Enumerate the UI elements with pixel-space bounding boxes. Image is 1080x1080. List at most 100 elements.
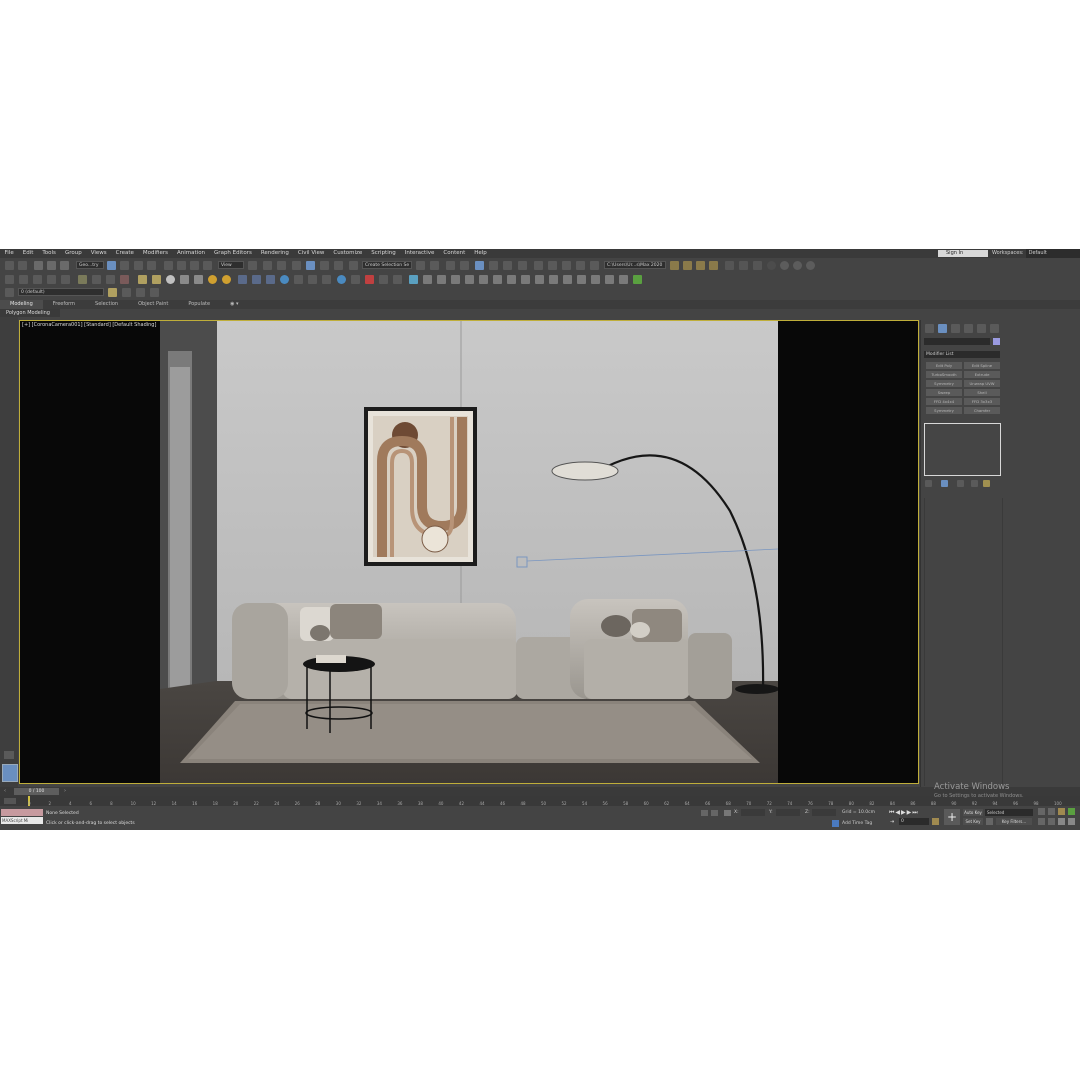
- pin-stack-icon[interactable]: [925, 480, 932, 487]
- time-next-icon[interactable]: ›: [64, 788, 66, 794]
- zoom-icon[interactable]: [1038, 808, 1045, 815]
- menu-graph-editors[interactable]: Graph Editors: [210, 249, 257, 258]
- toolbar-extra-icon-4[interactable]: [767, 261, 776, 270]
- shelf-icon-23[interactable]: [322, 275, 331, 284]
- keyboard-shortcut-override-icon[interactable]: [277, 261, 286, 270]
- set-key-button[interactable]: Set Key: [963, 818, 983, 825]
- sign-in-dropdown[interactable]: Sign In: [938, 250, 988, 257]
- bind-space-warp-icon[interactable]: [60, 261, 69, 270]
- configure-modifier-sets-icon[interactable]: [983, 480, 990, 487]
- zoom-extents-all-icon[interactable]: [1068, 808, 1075, 815]
- create-tab-icon[interactable]: [925, 324, 934, 333]
- mirror-icon[interactable]: [416, 261, 425, 270]
- rotate-icon[interactable]: [177, 261, 186, 270]
- menu-content[interactable]: Content: [439, 249, 470, 258]
- percent-snap-icon[interactable]: [320, 261, 329, 270]
- modifier-button-sweep[interactable]: Sweep: [926, 389, 962, 396]
- shelf-icon-29[interactable]: [409, 275, 418, 284]
- edit-named-selection-icon[interactable]: [349, 261, 358, 270]
- layer-icon-2[interactable]: [122, 288, 131, 297]
- pan-view-icon[interactable]: [1048, 818, 1055, 825]
- hierarchy-tab-icon[interactable]: [951, 324, 960, 333]
- toolbar-extra-icon-2[interactable]: [739, 261, 748, 270]
- menu-help[interactable]: Help: [470, 249, 492, 258]
- key-filters-button[interactable]: Key Filters...: [996, 818, 1032, 825]
- layer-manager-icon[interactable]: [5, 288, 14, 297]
- track-bar[interactable]: 0 2 4 6 8 10 12 14 16 18 20 22 24 26 28 30 32 34 36 38 40 42 4…: [0, 796, 1080, 806]
- modifier-list-dropdown[interactable]: Modifier List: [924, 351, 1000, 358]
- reference-coordinate-dropdown[interactable]: View: [218, 261, 244, 269]
- tab-object-paint[interactable]: Object Paint: [128, 300, 178, 309]
- layout-expand-icon[interactable]: [4, 751, 14, 759]
- modify-tab-icon[interactable]: [938, 324, 947, 333]
- menu-civil-view[interactable]: Civil View: [293, 249, 328, 258]
- shelf-icon-26[interactable]: [365, 275, 374, 284]
- modifier-button-chamfer[interactable]: Chamfer: [964, 407, 1000, 414]
- menu-group[interactable]: Group: [60, 249, 86, 258]
- place-icon[interactable]: [203, 261, 212, 270]
- shelf-icon-32[interactable]: [451, 275, 460, 284]
- zoom-extents-icon[interactable]: [1058, 808, 1065, 815]
- z-field[interactable]: [812, 809, 836, 816]
- shelf-icon-34[interactable]: [479, 275, 488, 284]
- menu-tools[interactable]: Tools: [38, 249, 61, 258]
- shelf-icon-31[interactable]: [437, 275, 446, 284]
- viewport-label[interactable]: [+] [CoronaCamera001] [Standard] [Defaul…: [22, 322, 156, 328]
- corona-interactive-icon[interactable]: [683, 261, 692, 270]
- modifier-button-edit-spline[interactable]: Edit Spline: [964, 362, 1000, 369]
- selection-filter-dropdown[interactable]: Geo...try: [76, 261, 104, 269]
- menu-edit[interactable]: Edit: [18, 249, 38, 258]
- layer-dropdown[interactable]: 0 (default): [18, 288, 104, 296]
- toolbar-extra-icon-7[interactable]: [806, 261, 815, 270]
- display-tab-icon[interactable]: [977, 324, 986, 333]
- layer-icon-3[interactable]: [136, 288, 145, 297]
- tab-selection[interactable]: Selection: [85, 300, 128, 309]
- window-crossing-icon[interactable]: [147, 261, 156, 270]
- maxscript-listener[interactable]: MAXScript Mi: [1, 817, 43, 824]
- modifier-button-ffd-333[interactable]: FFD 3x3x3: [964, 398, 1000, 405]
- set-key-big-button[interactable]: +: [944, 809, 960, 825]
- shelf-icon-2[interactable]: [19, 275, 28, 284]
- rendered-frame-window-icon[interactable]: [548, 261, 557, 270]
- x-field[interactable]: [741, 809, 765, 816]
- menu-interactive[interactable]: Interactive: [400, 249, 439, 258]
- scale-icon[interactable]: [190, 261, 199, 270]
- shelf-icon-17[interactable]: [238, 275, 247, 284]
- shelf-icon-42[interactable]: [591, 275, 600, 284]
- toggle-scene-explorer-icon[interactable]: [446, 261, 455, 270]
- shelf-icon-28[interactable]: [393, 275, 402, 284]
- zoom-all-icon[interactable]: [1048, 808, 1055, 815]
- toggle-ribbon-icon[interactable]: [475, 261, 484, 270]
- select-object-icon[interactable]: [107, 261, 116, 270]
- spinner-snap-icon[interactable]: [334, 261, 343, 270]
- project-folder-dropdown[interactable]: C:\Users\Ur...s\Max 2020: [604, 261, 666, 269]
- shelf-icon-37[interactable]: [521, 275, 530, 284]
- render-production-icon[interactable]: [562, 261, 571, 270]
- move-icon[interactable]: [164, 261, 173, 270]
- shelf-icon-10[interactable]: [138, 275, 147, 284]
- tab-modeling[interactable]: Modeling: [0, 300, 43, 309]
- menu-modifiers[interactable]: Modifiers: [138, 249, 172, 258]
- time-slider-thumb[interactable]: 0 / 100: [14, 788, 59, 795]
- menu-scripting[interactable]: Scripting: [367, 249, 400, 258]
- modifier-button-shell[interactable]: Shell: [964, 389, 1000, 396]
- toolbar-extra-icon-6[interactable]: [793, 261, 802, 270]
- remove-modifier-icon[interactable]: [971, 480, 978, 487]
- shelf-icon-36[interactable]: [507, 275, 516, 284]
- shelf-icon-13[interactable]: [180, 275, 189, 284]
- corona-vfb-icon[interactable]: [696, 261, 705, 270]
- modifier-button-extrude[interactable]: Extrude: [964, 371, 1000, 378]
- selection-lock-icon[interactable]: [711, 810, 718, 816]
- modifier-button-turbosmooth[interactable]: TurboSmooth: [926, 371, 962, 378]
- object-color-swatch[interactable]: [993, 338, 1000, 345]
- snaps-toggle-icon[interactable]: [292, 261, 301, 270]
- shelf-icon-27[interactable]: [379, 275, 388, 284]
- toolbar-extra-icon-3[interactable]: [753, 261, 762, 270]
- absolute-mode-icon[interactable]: [724, 810, 731, 816]
- shelf-icon-25[interactable]: [351, 275, 360, 284]
- select-by-name-icon[interactable]: [120, 261, 129, 270]
- shelf-icon-20[interactable]: [280, 275, 289, 284]
- key-selection-dropdown[interactable]: Selected: [985, 809, 1033, 816]
- shelf-icon-14[interactable]: [194, 275, 203, 284]
- shelf-icon-22[interactable]: [308, 275, 317, 284]
